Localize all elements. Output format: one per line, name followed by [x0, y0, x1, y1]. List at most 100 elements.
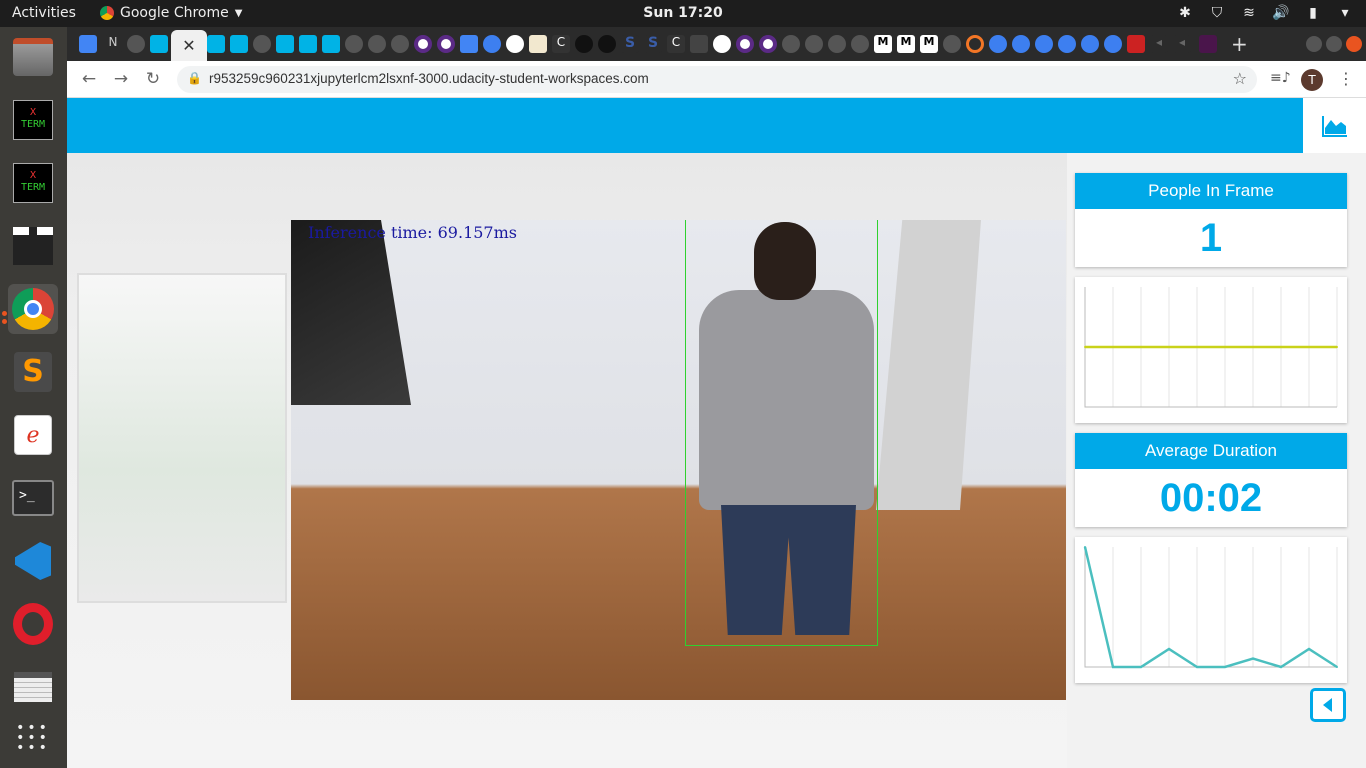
tab-jupyter-icon[interactable]	[966, 35, 984, 53]
power-menu-icon[interactable]: ▾	[1336, 4, 1354, 22]
tab-udacity-icon[interactable]	[299, 35, 317, 53]
tab-gear-icon[interactable]	[989, 35, 1007, 53]
media-control-icon[interactable]: ≡♪	[1270, 70, 1291, 86]
maximize-button[interactable]	[1326, 36, 1342, 52]
tab-medium-icon[interactable]: M	[897, 35, 915, 53]
dock-notes[interactable]	[8, 662, 58, 712]
forward-icon[interactable]: →	[111, 69, 131, 89]
tab-udacity-icon[interactable]	[207, 35, 225, 53]
tab-circle-icon[interactable]	[736, 35, 754, 53]
detection-bounding-box	[685, 220, 878, 646]
activities-button[interactable]: Activities	[12, 5, 76, 21]
shield-icon[interactable]: ⛉	[1208, 4, 1226, 22]
background-window	[77, 273, 287, 603]
new-tab-button[interactable]: +	[1231, 32, 1248, 56]
dock-xterm-2[interactable]: X TERM	[8, 158, 58, 208]
tab-hb-icon[interactable]	[690, 35, 708, 53]
xterm-icon: X TERM	[13, 163, 53, 203]
tab-audio-icon[interactable]: ◂	[1173, 35, 1191, 53]
tab-medium-icon[interactable]: M	[920, 35, 938, 53]
tab-udacity-icon[interactable]	[276, 35, 294, 53]
tab-github-icon[interactable]	[253, 35, 271, 53]
chevron-left-icon	[1323, 698, 1332, 712]
tab-slack-icon[interactable]	[1199, 35, 1217, 53]
dock-vscode[interactable]	[8, 536, 58, 586]
tab-s-icon[interactable]: S	[621, 35, 639, 53]
duration-line-chart	[1083, 546, 1338, 669]
tab-github-icon[interactable]	[943, 35, 961, 53]
reload-icon[interactable]: ↻	[143, 69, 163, 89]
volume-icon[interactable]: 🔊	[1272, 4, 1290, 22]
tab-circle-icon[interactable]	[414, 35, 432, 53]
slack-icon[interactable]: ✱	[1176, 4, 1194, 22]
tab-github-icon[interactable]	[345, 35, 363, 53]
tab-medium-icon[interactable]: M	[874, 35, 892, 53]
data-point	[1280, 346, 1282, 348]
address-bar[interactable]: 🔒 r953259c960231xjupyterlcm2lsxnf-3000.u…	[177, 66, 1257, 93]
dock-sublime[interactable]: S	[8, 347, 58, 397]
data-point	[1252, 346, 1254, 348]
tab-github-icon[interactable]	[368, 35, 386, 53]
tab-github-icon[interactable]	[828, 35, 846, 53]
tab-c-icon[interactable]: C	[667, 35, 685, 53]
chart-axis	[1084, 547, 1337, 668]
tab-active-close[interactable]: ✕	[171, 30, 207, 61]
collapse-panel-button[interactable]	[1310, 688, 1346, 722]
dock-chrome[interactable]	[8, 284, 58, 334]
close-window-button[interactable]	[1346, 36, 1362, 52]
dock-xterm-1[interactable]: X TERM	[8, 95, 58, 145]
profile-avatar[interactable]: T	[1301, 69, 1323, 91]
lock-icon[interactable]: 🔒	[187, 71, 202, 85]
scrollbar[interactable]	[1354, 153, 1366, 768]
tab-c-icon[interactable]: C	[552, 35, 570, 53]
url-text[interactable]: r953259c960231xjupyterlcm2lsxnf-3000.uda…	[209, 71, 649, 86]
tab-audio-icon[interactable]: ◂	[1150, 35, 1168, 53]
tab-gear-icon[interactable]	[1012, 35, 1030, 53]
clock[interactable]: Sun 17:20	[643, 5, 722, 21]
wifi-icon[interactable]: ≋	[1240, 4, 1258, 22]
tab-google-icon[interactable]	[506, 35, 524, 53]
tab-dark-icon[interactable]	[575, 35, 593, 53]
tab-google-icon[interactable]	[713, 35, 731, 53]
minimize-button[interactable]	[1306, 36, 1322, 52]
dock-pdf-viewer[interactable]: ℯ	[8, 410, 58, 460]
tab-circle-icon[interactable]	[437, 35, 455, 53]
bookmark-star-icon[interactable]: ☆	[1233, 69, 1247, 88]
tab-slack-icon[interactable]	[1127, 35, 1145, 53]
data-point	[1252, 657, 1254, 660]
tab-gear-icon[interactable]	[483, 35, 501, 53]
tab-s-icon[interactable]: S	[644, 35, 662, 53]
battery-icon[interactable]: ▮	[1304, 4, 1322, 22]
dock-files[interactable]	[8, 32, 58, 82]
dock-video-editor[interactable]	[8, 221, 58, 271]
tab-docs-icon[interactable]	[460, 35, 478, 53]
tab-udacity-icon[interactable]	[230, 35, 248, 53]
tab-github-icon[interactable]	[127, 35, 145, 53]
tab-gear-icon[interactable]	[1058, 35, 1076, 53]
stats-nav-button[interactable]	[1303, 98, 1366, 153]
app-grid-icon: ••• ••• •••	[16, 720, 50, 756]
tab-udacity-icon[interactable]	[322, 35, 340, 53]
dock-opera[interactable]	[8, 599, 58, 649]
terminal-icon: >_	[12, 480, 54, 516]
tab-gear-icon[interactable]	[1081, 35, 1099, 53]
tab-n-icon[interactable]: N	[104, 35, 122, 53]
tab-circle-icon[interactable]	[759, 35, 777, 53]
app-menu[interactable]: Google Chrome ▼	[100, 5, 242, 21]
tab-gear-icon[interactable]	[1104, 35, 1122, 53]
tab-github-icon[interactable]	[805, 35, 823, 53]
tab-dark-icon[interactable]	[598, 35, 616, 53]
menu-dots-icon[interactable]: ⋮	[1338, 69, 1354, 88]
tab-github-icon[interactable]	[851, 35, 869, 53]
people-in-frame-value: 1	[1199, 216, 1223, 260]
tab-github-icon[interactable]	[391, 35, 409, 53]
tab-c-icon[interactable]	[529, 35, 547, 53]
tab-github-icon[interactable]	[782, 35, 800, 53]
running-indicator	[2, 311, 7, 316]
tab-gear-icon[interactable]	[1035, 35, 1053, 53]
dock-app-grid[interactable]: ••• ••• •••	[8, 713, 58, 763]
tab-udacity-icon[interactable]	[150, 35, 168, 53]
dock-terminal[interactable]: >_	[8, 473, 58, 523]
tab-docs-icon[interactable]	[79, 35, 97, 53]
back-icon[interactable]: ←	[79, 69, 99, 89]
